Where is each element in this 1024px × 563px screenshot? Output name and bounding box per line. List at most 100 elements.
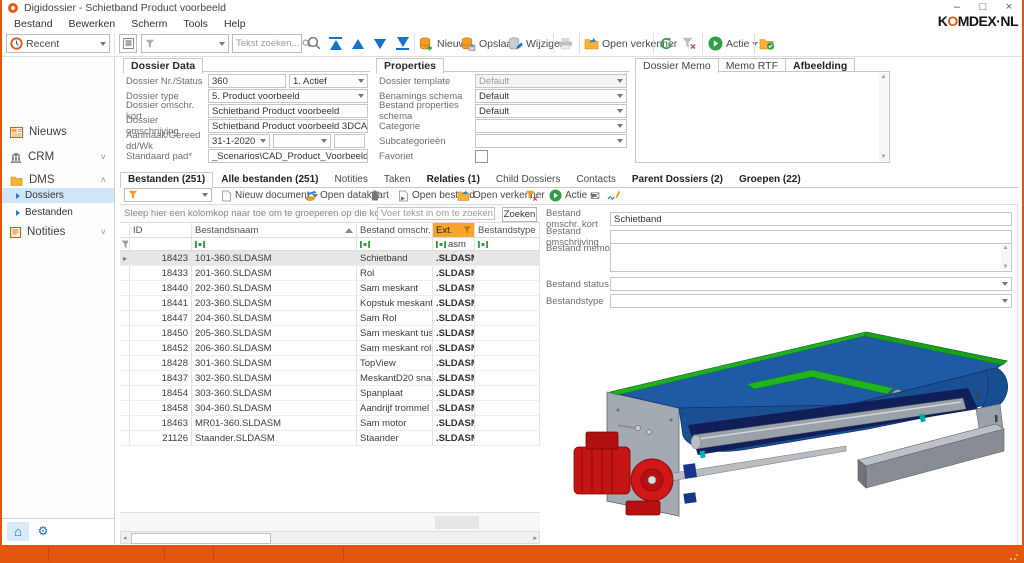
signature-button[interactable]: [607, 188, 621, 203]
text-search-input[interactable]: Tekst zoeken...: [232, 34, 302, 53]
dossier-status-combo[interactable]: 1. Actief: [289, 74, 368, 88]
search-button[interactable]: [307, 34, 322, 53]
filter-cell[interactable]: [130, 238, 192, 251]
table-row[interactable]: ▸18423101-360.SLDASMSchietband.SLDASM: [120, 251, 540, 266]
standaard-pad-input[interactable]: _Scenarios\CAD_Product_Voorbeelden\Schie…: [208, 149, 368, 163]
nieuw-button[interactable]: Nieuw: [419, 34, 466, 53]
column-header-id[interactable]: ID: [130, 223, 192, 238]
dossier-memo-textarea[interactable]: ▲▼: [635, 71, 890, 163]
table-row[interactable]: 18454303-360.SLDASMSpanplaat.SLDASM: [120, 386, 540, 401]
bestand-memo-textarea[interactable]: ▲▼: [610, 243, 1012, 272]
scroll-left-icon[interactable]: ◂: [123, 534, 127, 542]
memo-scrollbar[interactable]: ▲▼: [879, 73, 888, 161]
groupby-strip[interactable]: Sleep hier een kolomkop naar toe om te g…: [120, 205, 540, 223]
folder-check-button[interactable]: [759, 34, 775, 53]
tab-dossier-memo[interactable]: Dossier Memo: [635, 58, 719, 74]
sidebar-item-notities[interactable]: Notities˅: [2, 223, 114, 241]
zoeken-button[interactable]: Zoeken: [502, 207, 537, 222]
column-header-ext-[interactable]: Ext.: [433, 223, 475, 238]
filter-combo[interactable]: [141, 34, 229, 53]
grid-hscrollbar[interactable]: ◂ ▸: [120, 531, 540, 544]
refresh-button[interactable]: [659, 34, 674, 53]
menu-tools[interactable]: Tools: [175, 17, 216, 31]
table-row[interactable]: 18447204-360.SLDASMSam Rol.SLDASM: [120, 311, 540, 326]
mail-button[interactable]: ✉: [590, 188, 600, 203]
scroll-right-icon[interactable]: ▸: [533, 534, 537, 542]
filter-cell[interactable]: [357, 238, 433, 251]
properties-combo[interactable]: Default: [475, 74, 627, 88]
tab-parent-dossiers-2-[interactable]: Parent Dossiers (2): [624, 172, 731, 188]
sidebar-item-bestanden[interactable]: Bestanden: [2, 205, 114, 220]
column-header-bestand-omschr-kort[interactable]: Bestand omschr. kort: [357, 223, 433, 238]
goto-next-button[interactable]: [374, 34, 386, 53]
tab-alle-bestanden-251-[interactable]: Alle bestanden (251): [213, 172, 326, 188]
dossier-nr-input[interactable]: 360: [208, 74, 286, 88]
grid-search-input[interactable]: Voer tekst in om te zoeken...: [377, 207, 495, 220]
list-view-button[interactable]: [119, 34, 137, 53]
bestandstype-combo[interactable]: [610, 294, 1012, 308]
tab-relaties-1-[interactable]: Relaties (1): [419, 172, 488, 188]
bestand-omschr-kort-input[interactable]: Schietband: [610, 212, 1012, 226]
table-row[interactable]: 18428301-360.SLDASMTopView.SLDASM: [120, 356, 540, 371]
table-row[interactable]: 18433201-360.SLDASMRol.SLDASM: [120, 266, 540, 281]
properties-combo[interactable]: Default: [475, 104, 627, 118]
tab-child-dossiers[interactable]: Child Dossiers: [488, 172, 568, 188]
sidebar-item-dms[interactable]: DMS˄: [2, 171, 114, 189]
clear-filter-button[interactable]: [682, 34, 696, 53]
tab-taken[interactable]: Taken: [376, 172, 419, 188]
menu-scherm[interactable]: Scherm: [123, 17, 175, 31]
column-header-bestandsnaam[interactable]: Bestandsnaam: [192, 223, 357, 238]
filter-cell[interactable]: [192, 238, 357, 251]
bestand-status-combo[interactable]: [610, 277, 1012, 291]
properties-combo[interactable]: Default: [475, 89, 627, 103]
dossier-text-input[interactable]: Schietband Product voorbeeld: [208, 104, 368, 118]
dossier-type-combo[interactable]: 5. Product voorbeeld: [208, 89, 368, 103]
nieuw-document-button[interactable]: Nieuw document: [221, 188, 318, 203]
date-combo-2[interactable]: [273, 134, 331, 148]
goto-prev-button[interactable]: [352, 34, 364, 53]
table-row[interactable]: 18440202-360.SLDASMSam meskant.SLDASM: [120, 281, 540, 296]
table-row[interactable]: 18450205-360.SLDASMSam meskant tussens..…: [120, 326, 540, 341]
tab-notities[interactable]: Notities: [327, 172, 376, 188]
scroll-thumb[interactable]: [131, 533, 271, 544]
menu-bewerken[interactable]: Bewerken: [61, 17, 124, 31]
tab-properties[interactable]: Properties: [376, 58, 444, 74]
actie-button[interactable]: Actie: [708, 34, 758, 53]
home-button[interactable]: ⌂: [7, 522, 29, 541]
delete-button[interactable]: [370, 188, 380, 203]
properties-combo[interactable]: [475, 119, 627, 133]
goto-first-button[interactable]: [329, 34, 342, 53]
properties-combo[interactable]: [475, 134, 627, 148]
favoriet-checkbox[interactable]: [475, 150, 488, 163]
recent-combo[interactable]: Recent: [6, 34, 110, 53]
table-row[interactable]: 21126Staander.SLDASMStaander.SLDASM: [120, 431, 540, 446]
sidebar-item-dossiers[interactable]: Dossiers: [2, 188, 114, 203]
grid-clear-filter-button[interactable]: [525, 188, 538, 203]
memo-scrollbar[interactable]: ▲▼: [1001, 245, 1010, 270]
resize-grip[interactable]: [1009, 551, 1019, 561]
sidebar-item-nieuws[interactable]: Nieuws: [2, 123, 114, 141]
date-combo[interactable]: 31-1-2020: [208, 134, 270, 148]
table-row[interactable]: 18441203-360.SLDASMKopstuk meskant.SLDAS…: [120, 296, 540, 311]
table-row[interactable]: 18437302-360.SLDASMMeskantD20 snaar rol.…: [120, 371, 540, 386]
tab-groepen-22-[interactable]: Groepen (22): [731, 172, 809, 188]
dossier-text-input[interactable]: Schietband Product voorbeeld 3DCAD: [208, 119, 368, 133]
grid-filter-combo[interactable]: [124, 188, 212, 202]
menu-bestand[interactable]: Bestand: [6, 17, 61, 31]
table-row[interactable]: 18458304-360.SLDASMAandrijf trommel.SLDA…: [120, 401, 540, 416]
table-row[interactable]: 18463MR01-360.SLDASMSam motor.SLDASM: [120, 416, 540, 431]
week-input[interactable]: [334, 134, 365, 148]
sidebar-item-crm[interactable]: CRM˅: [2, 148, 114, 166]
gear-button[interactable]: ⚙: [34, 522, 52, 541]
bestand-omschrijving-input[interactable]: [610, 230, 1012, 244]
goto-last-button[interactable]: [396, 34, 409, 53]
tab-dossier-data[interactable]: Dossier Data: [123, 58, 203, 74]
table-row[interactable]: 18452206-360.SLDASMSam meskant rol tuss.…: [120, 341, 540, 356]
tab-bestanden-251-[interactable]: Bestanden (251): [120, 172, 213, 188]
tab-contacts[interactable]: Contacts: [568, 172, 623, 188]
print-button[interactable]: [558, 34, 573, 53]
menu-help[interactable]: Help: [216, 17, 254, 31]
column-header-bestandstype[interactable]: Bestandstype: [475, 223, 540, 238]
filter-cell[interactable]: asm: [433, 238, 475, 251]
filter-cell[interactable]: [475, 238, 540, 251]
